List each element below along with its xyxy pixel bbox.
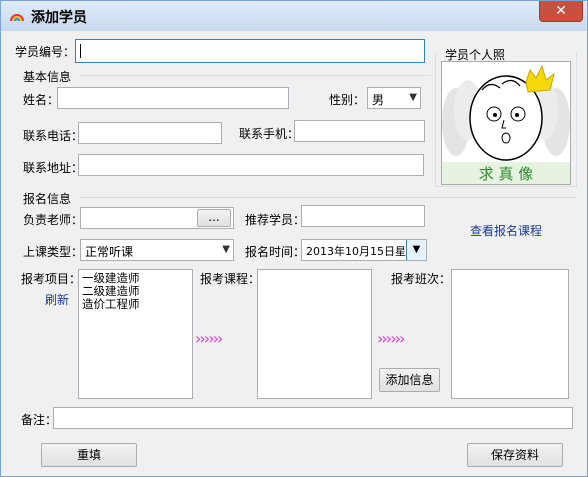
view-courses-link[interactable]: 查看报名课程 <box>470 222 542 239</box>
class-type-select[interactable]: 正常听课 ▼ <box>80 239 234 261</box>
gender-label: 性别： <box>329 93 366 107</box>
name-label: 姓名： <box>23 93 60 107</box>
student-photo[interactable]: 求 真 像 <box>441 61 571 185</box>
class-listbox[interactable] <box>451 269 569 399</box>
enroll-info-divider <box>79 197 577 198</box>
title-bar: 添加学员 ✕ <box>1 1 587 31</box>
gender-value: 男 <box>372 93 385 107</box>
student-id-input[interactable] <box>75 39 425 63</box>
course-label: 报考课程： <box>200 272 261 286</box>
enroll-date-picker[interactable]: 2013年10月15日星期 ▼ <box>301 239 427 261</box>
project-listbox[interactable]: 一级建造师 二级建造师 造价工程师 <box>78 269 193 399</box>
add-student-window: 添加学员 ✕ 学员编号： 基本信息 姓名： 性别： 男 ▼ 联系电话： 联系手机… <box>0 0 588 477</box>
address-label: 联系地址： <box>23 161 84 175</box>
phone-label: 联系电话： <box>23 129 84 143</box>
arrow-right-icon: ›››››› <box>377 329 405 348</box>
add-info-button[interactable]: 添加信息 <box>379 368 440 392</box>
teacher-label: 负责老师： <box>23 213 84 227</box>
date-label: 报名时间： <box>245 245 306 259</box>
text-caret <box>80 43 81 58</box>
rainbow-app-icon <box>9 8 25 24</box>
project-label: 报考项目： <box>21 272 82 286</box>
address-input[interactable] <box>78 154 424 176</box>
referrer-label: 推荐学员： <box>245 213 306 227</box>
enroll-info-heading: 报名信息 <box>23 192 72 206</box>
close-button[interactable]: ✕ <box>539 1 583 22</box>
close-icon: ✕ <box>555 3 567 19</box>
reset-button[interactable]: 重填 <box>41 443 137 467</box>
photo-caption: 求 真 像 <box>479 165 534 183</box>
remark-input[interactable] <box>53 407 573 429</box>
remark-label: 备注： <box>21 413 58 427</box>
save-button[interactable]: 保存资料 <box>467 443 563 467</box>
chevron-down-icon: ▼ <box>222 244 230 255</box>
list-item[interactable]: 造价工程师 <box>82 298 189 311</box>
phone-input[interactable] <box>78 122 222 144</box>
student-id-label: 学员编号： <box>15 45 76 59</box>
cartoon-face-image: 求 真 像 <box>442 62 570 184</box>
basic-info-heading: 基本信息 <box>23 70 72 84</box>
mobile-label: 联系手机： <box>239 127 300 141</box>
enroll-date-value: 2013年10月15日星期 <box>306 245 417 258</box>
refresh-link[interactable]: 刷新 <box>45 291 69 308</box>
referrer-input[interactable] <box>301 205 425 227</box>
gender-select[interactable]: 男 ▼ <box>367 87 421 109</box>
name-input[interactable] <box>57 87 289 109</box>
class-label: 报考班次： <box>391 272 452 286</box>
calendar-dropdown-icon[interactable]: ▼ <box>406 240 426 260</box>
window-title: 添加学员 <box>31 10 87 26</box>
mobile-input[interactable] <box>294 120 425 142</box>
teacher-browse-button[interactable]: ... <box>197 209 231 227</box>
arrow-right-icon: ›››››› <box>195 329 223 348</box>
chevron-down-icon: ▼ <box>409 92 417 103</box>
basic-info-divider <box>79 75 431 76</box>
course-listbox[interactable] <box>257 269 372 399</box>
class-type-label: 上课类型： <box>23 245 84 259</box>
class-type-value: 正常听课 <box>85 245 134 259</box>
